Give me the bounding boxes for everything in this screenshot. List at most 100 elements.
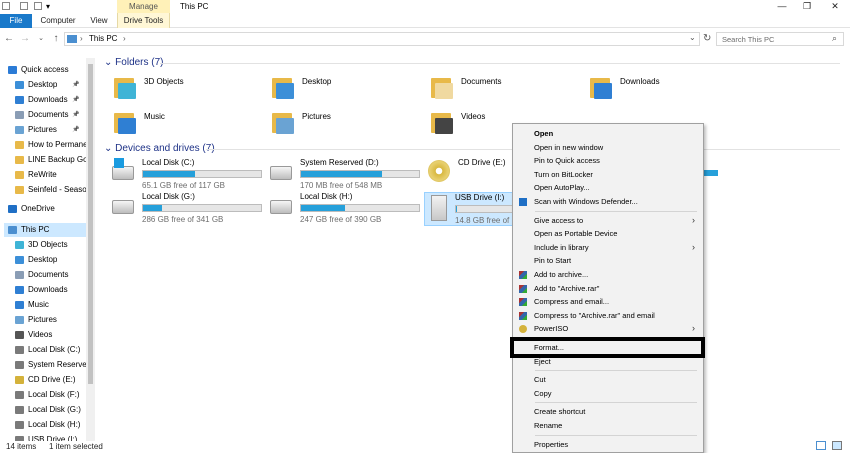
tab-view[interactable]: View	[85, 14, 113, 28]
menu-item-poweriso[interactable]: PowerISO ›	[513, 322, 703, 335]
music-icon	[15, 300, 24, 309]
properties-quick-icon[interactable]	[20, 2, 28, 10]
sidebar-item-documents[interactable]: Documents	[11, 268, 86, 282]
large-icons-view-icon[interactable]	[832, 441, 842, 450]
menu-item-open-as-portable-device[interactable]: Open as Portable Device	[513, 227, 703, 240]
sidebar-item-system-reserved[interactable]: System Reserved	[11, 358, 86, 372]
search-input[interactable]: Search This PC ⌕	[716, 32, 844, 46]
sidebar-item-local-disk-c[interactable]: Local Disk (C:)	[11, 343, 86, 357]
sidebar-item-local-disk-f[interactable]: Local Disk (F:)	[11, 388, 86, 402]
menu-item-give-access-to[interactable]: Give access to ›	[513, 214, 703, 227]
sidebar-item-rewrite[interactable]: ReWrite	[11, 168, 86, 182]
ribbon: ▾ File Computer View Manage Drive Tools …	[0, 0, 850, 28]
submenu-arrow-icon: ›	[692, 214, 695, 225]
up-icon[interactable]: ↑	[51, 33, 61, 45]
star-icon	[8, 65, 17, 74]
nav-scrollbar-thumb[interactable]	[88, 64, 93, 384]
sidebar-item-desktop[interactable]: Desktop 📌	[11, 78, 86, 92]
sidebar-item-quick-access[interactable]: Quick access	[4, 63, 86, 77]
menu-item-add-to-archive[interactable]: Add to archive...	[513, 268, 703, 281]
sidebar-item-local-disk-g[interactable]: Local Disk (G:)	[11, 403, 86, 417]
menu-item-compress-to-archive-rar-and-email[interactable]: Compress to "Archive.rar" and email	[513, 309, 703, 322]
menu-item-pin-to-quick-access[interactable]: Pin to Quick access	[513, 154, 703, 167]
folder-music[interactable]: Music	[114, 110, 254, 138]
sidebar-item-videos[interactable]: Videos	[11, 328, 86, 342]
sidebar-item-how-to-permane[interactable]: How to Permane	[11, 138, 86, 152]
sidebar-item-this-pc[interactable]: This PC	[4, 223, 86, 237]
menu-item-add-to-archive-rar[interactable]: Add to "Archive.rar"	[513, 282, 703, 295]
pin-icon[interactable]: 📌	[72, 123, 79, 137]
menu-item-properties[interactable]: Properties	[513, 438, 703, 451]
quick-access-dropdown-icon[interactable]: ▾	[46, 2, 50, 11]
menu-item-rename[interactable]: Rename	[513, 419, 703, 432]
menu-item-pin-to-start[interactable]: Pin to Start	[513, 254, 703, 267]
menu-item-scan-with-windows-defender[interactable]: Scan with Windows Defender...	[513, 195, 703, 208]
sidebar-item-downloads[interactable]: Downloads	[11, 283, 86, 297]
minimize-icon[interactable]: —	[775, 0, 789, 12]
sidebar-item-pictures[interactable]: Pictures	[11, 313, 86, 327]
folder-downloads[interactable]: Downloads	[590, 75, 730, 103]
tab-computer[interactable]: Computer	[38, 14, 78, 28]
sidebar-item-3d-objects[interactable]: 3D Objects	[11, 238, 86, 252]
menu-item-compress-and-email[interactable]: Compress and email...	[513, 295, 703, 308]
menu-item-open[interactable]: Open	[513, 127, 703, 140]
pin-icon[interactable]: 📌	[72, 78, 79, 92]
menu-item-label: PowerISO	[534, 324, 569, 334]
sidebar-item-line-backup-go[interactable]: LINE Backup Go	[11, 153, 86, 167]
restore-icon[interactable]: ❐	[800, 0, 814, 12]
sidebar-item-usb-drive-i[interactable]: USB Drive (I:)	[11, 433, 86, 441]
folder-3d-objects[interactable]: 3D Objects	[114, 75, 254, 103]
menu-item-label: Open in new window	[534, 142, 604, 152]
menu-item-label: Properties	[534, 439, 569, 449]
drives-group-header[interactable]: ⌄ Devices and drives (7)	[104, 143, 215, 154]
forward-icon[interactable]: →	[20, 33, 30, 45]
menu-item-turn-on-bitlocker[interactable]: Turn on BitLocker	[513, 168, 703, 181]
folder-documents[interactable]: Documents	[431, 75, 571, 103]
menu-item-open-in-new-window[interactable]: Open in new window	[513, 141, 703, 154]
drive-local-disk-g[interactable]: Local Disk (G:) 286 GB free of 341 GB	[112, 192, 267, 228]
menu-item-copy[interactable]: Copy	[513, 387, 703, 400]
pin-icon[interactable]: 📌	[72, 108, 79, 122]
sidebar-item-desktop[interactable]: Desktop	[11, 253, 86, 267]
sidebar-item-documents[interactable]: Documents 📌	[11, 108, 86, 122]
sidebar-item-seinfeld-seaso[interactable]: Seinfeld - Seaso	[11, 183, 86, 197]
pin-icon[interactable]: 📌	[72, 93, 79, 107]
new-folder-quick-icon[interactable]	[34, 2, 42, 10]
folder-quick-icon[interactable]	[2, 2, 10, 10]
tab-drive-tools[interactable]: Drive Tools	[117, 13, 170, 28]
menu-item-open-autoplay[interactable]: Open AutoPlay...	[513, 181, 703, 194]
folder-label: Documents	[461, 77, 502, 86]
breadcrumb-chevron-icon[interactable]: ›	[123, 34, 126, 43]
folder-pictures[interactable]: Pictures	[272, 110, 412, 138]
drive-local-disk-h[interactable]: Local Disk (H:) 247 GB free of 390 GB	[270, 192, 425, 228]
sidebar-item-label: How to Permane	[28, 140, 86, 149]
status-bar: 14 items 1 item selected	[0, 441, 850, 453]
drive-usage-fill	[143, 171, 195, 177]
menu-item-create-shortcut[interactable]: Create shortcut	[513, 405, 703, 418]
details-view-icon[interactable]	[816, 441, 826, 450]
sidebar-item-onedrive[interactable]: OneDrive	[4, 202, 86, 216]
menu-item-cut[interactable]: Cut	[513, 373, 703, 386]
sidebar-item-downloads[interactable]: Downloads 📌	[11, 93, 86, 107]
breadcrumb-this-pc[interactable]: This PC	[89, 34, 117, 43]
address-bar[interactable]: › This PC › ⌄	[64, 32, 700, 46]
sidebar-item-label: Pictures	[28, 315, 57, 324]
refresh-icon[interactable]: ↻	[703, 33, 711, 44]
file-tab[interactable]: File	[0, 14, 32, 28]
sidebar-item-local-disk-h[interactable]: Local Disk (H:)	[11, 418, 86, 432]
folders-group-header[interactable]: ⌄ Folders (7)	[104, 57, 164, 68]
drive-system-reserved-d[interactable]: System Reserved (D:) 170 MB free of 548 M…	[270, 158, 425, 194]
sidebar-item-music[interactable]: Music	[11, 298, 86, 312]
recent-dropdown-icon[interactable]: ⌄	[36, 33, 46, 45]
navigation-pane: Quick access Desktop 📌 Downloads 📌 Documents 📌…	[0, 58, 96, 441]
back-icon[interactable]: ←	[4, 33, 14, 45]
search-icon[interactable]: ⌕	[832, 33, 837, 44]
menu-item-include-in-library[interactable]: Include in library ›	[513, 241, 703, 254]
drive-usage-fill	[456, 206, 458, 212]
drive-local-disk-c[interactable]: Local Disk (C:) 65.1 GB free of 117 GB	[112, 158, 267, 194]
close-icon[interactable]: ✕	[828, 0, 842, 12]
folder-desktop[interactable]: Desktop	[272, 75, 412, 103]
sidebar-item-cd-drive-e[interactable]: CD Drive (E:)	[11, 373, 86, 387]
address-dropdown-icon[interactable]: ⌄	[689, 33, 696, 42]
sidebar-item-pictures[interactable]: Pictures 📌	[11, 123, 86, 137]
